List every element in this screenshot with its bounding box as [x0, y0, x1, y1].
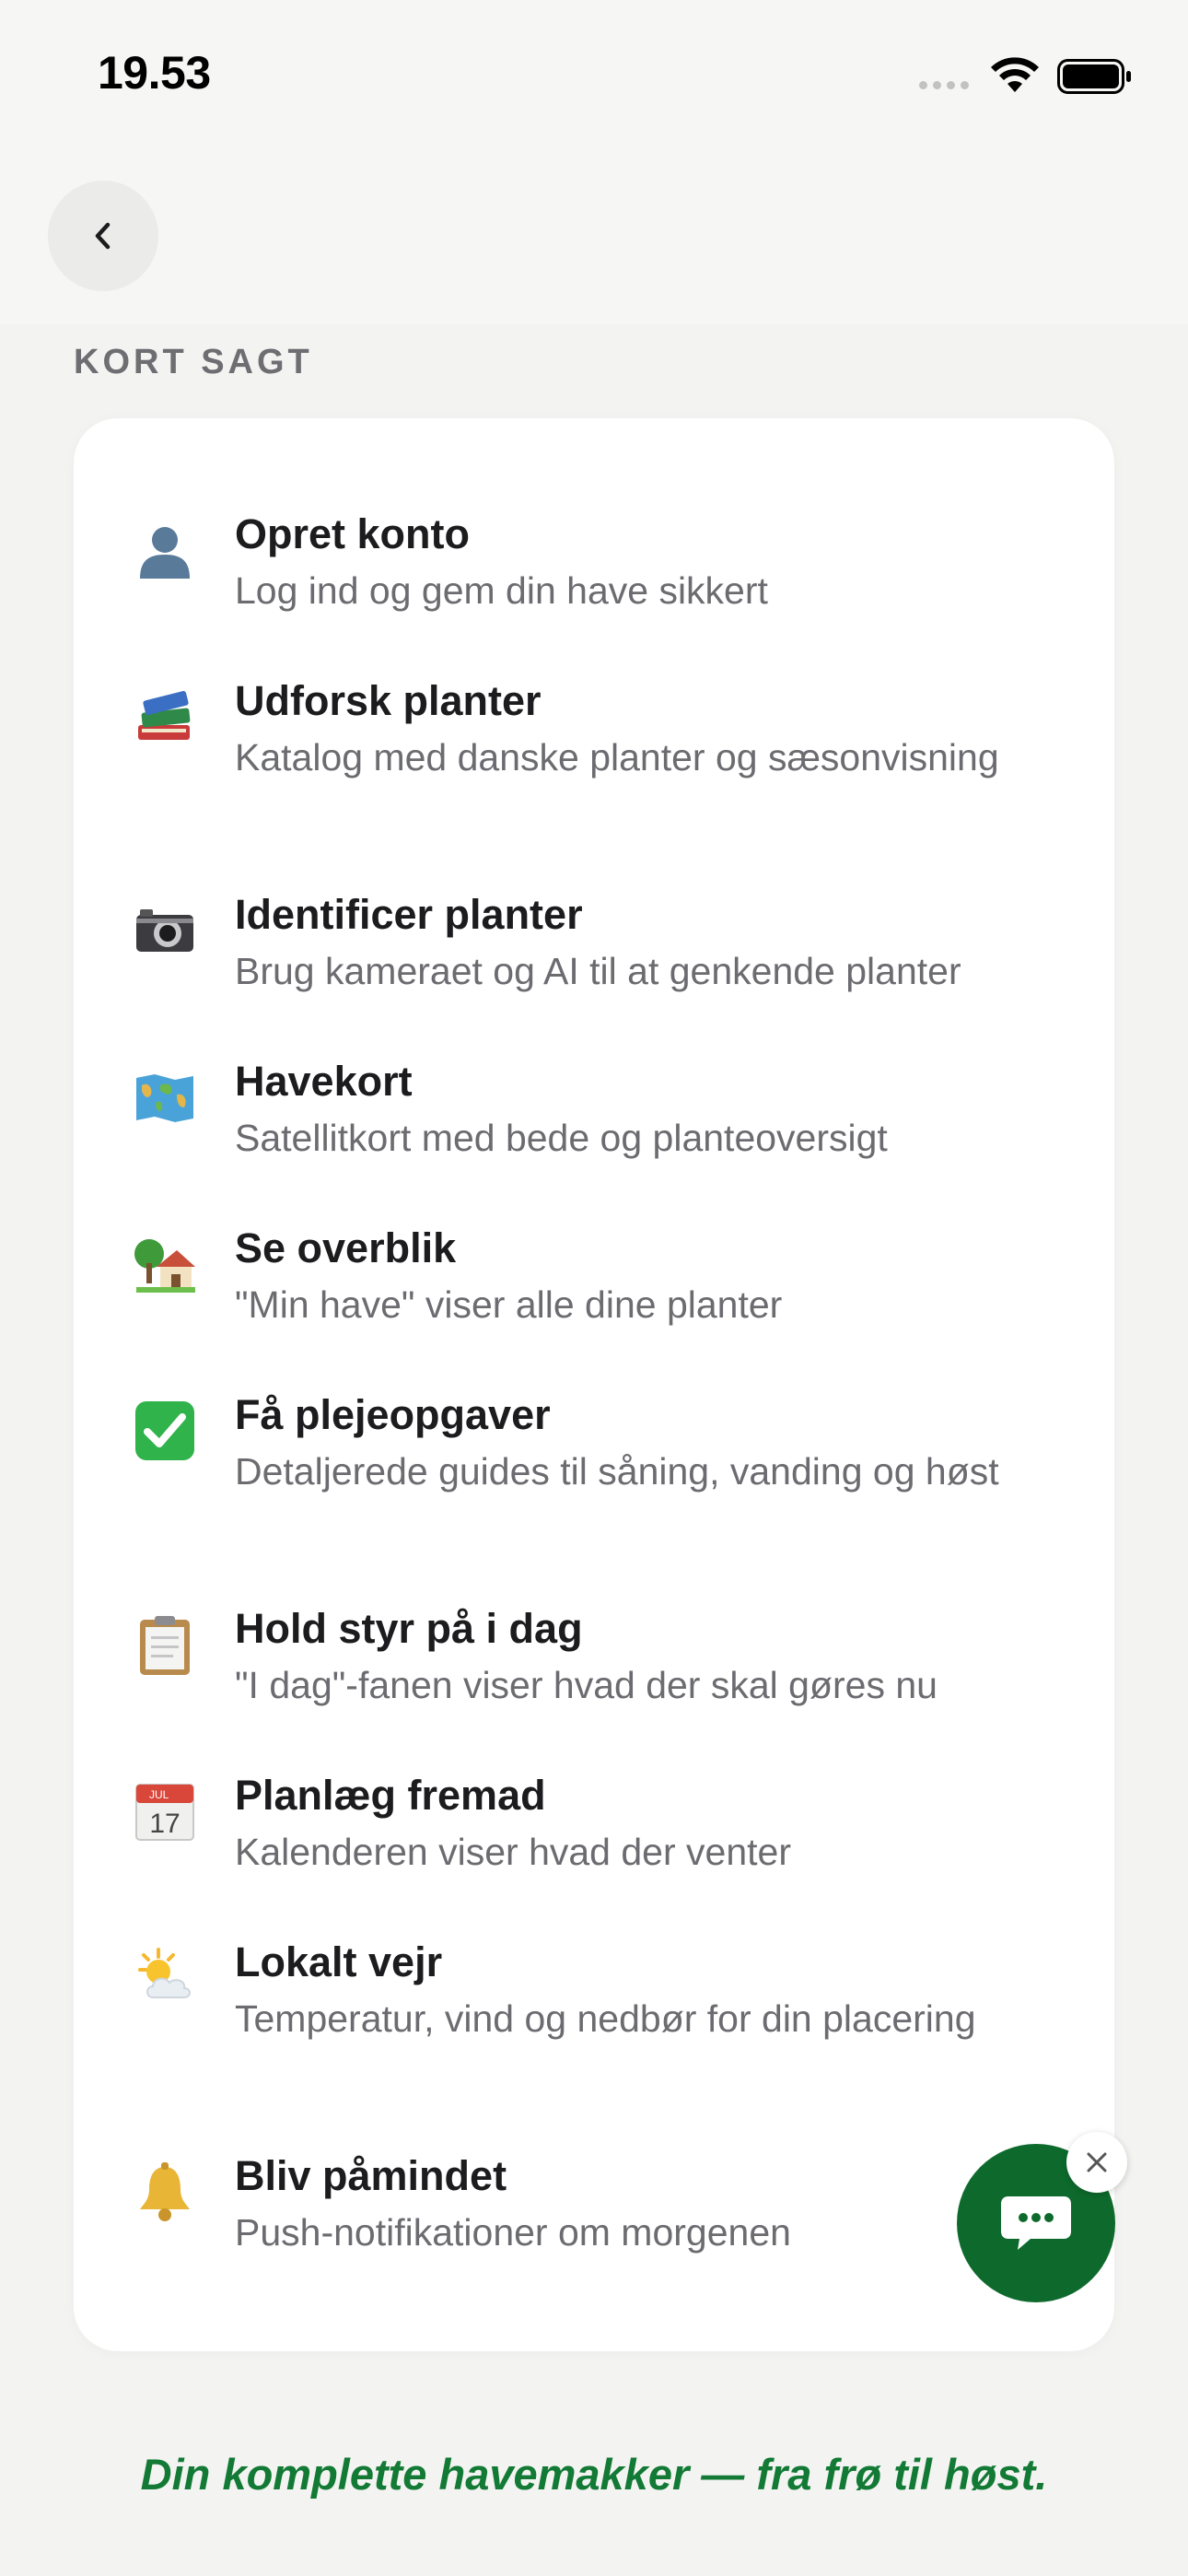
calendar-icon: JUL 17 — [133, 1779, 197, 1844]
feature-description: "Min have" viser alle dine planter — [235, 1283, 783, 1326]
section-title: KORT SAGT — [74, 343, 313, 381]
cellular-signal-icon — [919, 81, 969, 89]
check-mark-button-icon — [133, 1399, 197, 1463]
chevron-left-icon — [95, 222, 111, 250]
feature-description: Log ind og gem din have sikkert — [235, 569, 768, 612]
feature-title: Havekort — [235, 1058, 413, 1105]
chat-close-button[interactable] — [1066, 2132, 1127, 2193]
tagline: Din komplette havemakker — fra frø til h… — [140, 2450, 1048, 2499]
features-card: Opret konto Log ind og gem din have sikk… — [74, 418, 1114, 2351]
feature-title: Se overblik — [235, 1224, 457, 1271]
camera-icon — [133, 898, 197, 963]
svg-text:JUL: JUL — [149, 1788, 169, 1801]
feature-description: Katalog med danske planter og sæsonvisni… — [235, 736, 999, 779]
feature-title: Planlæg fremad — [235, 1772, 546, 1819]
status-time: 19.53 — [98, 47, 211, 99]
feature-description: Kalenderen viser hvad der venter — [235, 1831, 791, 1873]
wifi-icon — [991, 57, 1039, 92]
feature-description: Temperatur, vind og nedbør for din place… — [235, 1997, 976, 2040]
sun-behind-cloud-icon — [133, 1946, 197, 2010]
feature-title: Hold styr på i dag — [235, 1605, 583, 1652]
bell-icon — [133, 2160, 197, 2224]
feature-title: Lokalt vejr — [235, 1938, 443, 1985]
feature-description: Detaljerede guides til såning, vanding o… — [235, 1450, 999, 1493]
feature-title: Få plejeopgaver — [235, 1391, 551, 1438]
books-icon — [133, 685, 197, 749]
feature-title: Bliv påmindet — [235, 2152, 507, 2199]
feature-title: Udforsk planter — [235, 677, 542, 724]
feature-description: "I dag"-fanen viser hvad der skal gøres … — [235, 1664, 938, 1706]
close-icon — [1087, 2152, 1107, 2172]
feature-title: Identificer planter — [235, 891, 583, 938]
chat-bubble-icon — [1001, 2196, 1071, 2250]
svg-text:17: 17 — [149, 1809, 180, 1839]
world-map-icon — [133, 1065, 197, 1130]
feature-title: Opret konto — [235, 510, 470, 557]
house-with-garden-icon — [133, 1232, 197, 1296]
feature-description: Brug kameraet og AI til at genkende plan… — [235, 950, 961, 992]
person-silhouette-icon — [133, 518, 197, 582]
clipboard-icon — [133, 1612, 197, 1677]
battery-icon — [1057, 59, 1131, 94]
feature-description: Satellitkort med bede og planteoversigt — [235, 1117, 888, 1159]
status-bar: 19.53 — [0, 0, 1188, 157]
back-button[interactable] — [48, 181, 158, 291]
